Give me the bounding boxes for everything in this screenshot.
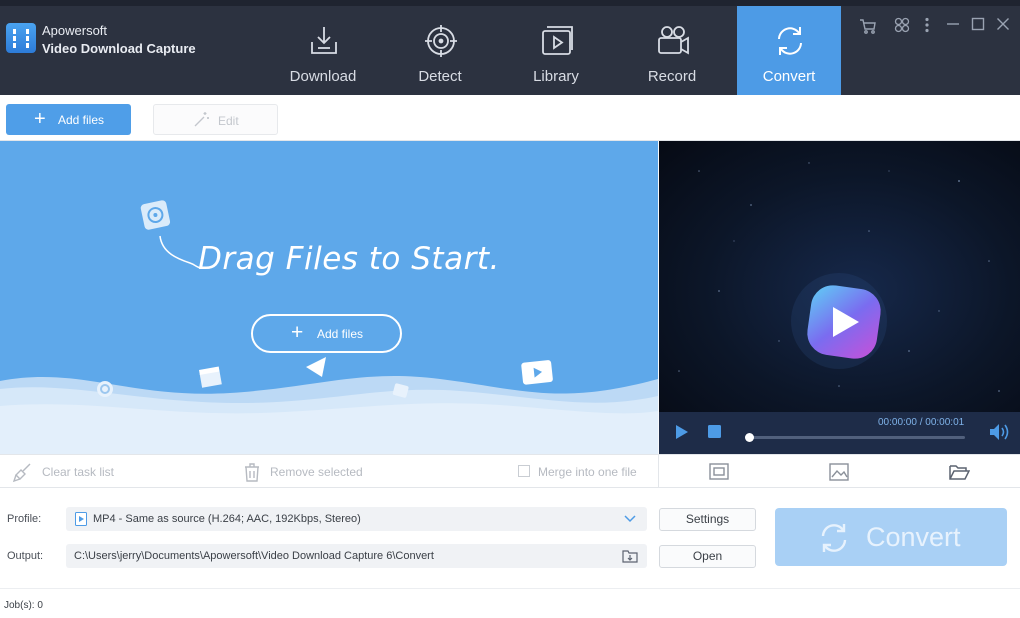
remove-selected-button[interactable]: Remove selected (270, 465, 363, 479)
output-path-value: C:\Users\jerry\Documents\Apowersoft\Vide… (74, 550, 434, 562)
convert-button[interactable]: Convert (775, 508, 1007, 566)
apps-icon[interactable] (892, 17, 912, 37)
tab-record[interactable]: Record (620, 6, 724, 95)
folder-browse-icon[interactable] (622, 549, 638, 563)
cart-icon[interactable] (858, 17, 878, 37)
tab-detect[interactable]: Detect (388, 6, 492, 95)
edit-button[interactable]: Edit (153, 104, 278, 135)
convert-button-label: Convert (866, 522, 961, 552)
magic-wand-icon (194, 112, 209, 127)
record-icon (658, 26, 689, 55)
merge-into-one-file-label: Merge into one file (538, 465, 637, 479)
edit-label: Edit (218, 114, 239, 128)
seek-bar[interactable] (749, 436, 965, 439)
convert-refresh-icon (821, 524, 847, 552)
app-name-line2: Video Download Capture (42, 41, 196, 56)
triangle-icon (306, 357, 326, 377)
playback-time: 00:00:00 / 00:00:01 (878, 417, 965, 428)
output-label: Output: (7, 550, 44, 562)
drag-files-headline: Drag Files to Start. (198, 241, 500, 277)
merge-checkbox[interactable] (518, 465, 530, 477)
video-play-icon (521, 360, 553, 385)
close-icon[interactable] (993, 17, 1013, 37)
preview-background (678, 162, 1000, 392)
app-window: Apowersoft Video Download Capture Downlo… (0, 0, 1020, 618)
profile-value: MP4 - Same as source (H.264; AAC, 192Kbp… (93, 513, 361, 525)
video-file-icon (75, 512, 87, 526)
snapshot-icon[interactable] (828, 461, 850, 483)
stop-icon[interactable] (708, 425, 721, 438)
jobs-count: Job(s): 0 (4, 600, 43, 611)
more-icon[interactable] (917, 17, 937, 37)
plus-icon: + (34, 108, 46, 130)
app-name: Apowersoft Video Download Capture (42, 22, 196, 58)
library-icon (542, 26, 573, 55)
chevron-down-icon (624, 515, 636, 523)
output-settings: Profile: MP4 - Same as source (H.264; AA… (0, 488, 1020, 588)
broom-icon (12, 463, 31, 483)
add-files-label: Add files (58, 113, 105, 127)
tab-download-label: Download (289, 68, 357, 85)
tab-record-label: Record (647, 68, 697, 85)
profile-select[interactable]: MP4 - Same as source (H.264; AAC, 192Kbp… (66, 507, 647, 531)
app-logo-icon (6, 23, 36, 53)
detect-icon (425, 25, 457, 57)
drop-zone-add-files-button[interactable]: + Add files (251, 314, 402, 353)
minimize-icon[interactable] (943, 17, 963, 37)
profile-label: Profile: (7, 513, 42, 525)
add-files-button[interactable]: + Add files (6, 104, 131, 135)
app-name-line1: Apowersoft (42, 23, 108, 38)
tab-library-label: Library (533, 68, 579, 85)
clear-task-list-button[interactable]: Clear task list (42, 465, 114, 479)
title-bar: Apowersoft Video Download Capture Downlo… (0, 0, 1020, 95)
status-bar: Job(s): 0 (0, 588, 1020, 618)
trash-icon (245, 463, 259, 482)
tab-library[interactable]: Library (504, 6, 608, 95)
toolbar: + Add files Edit (0, 95, 1020, 141)
drop-zone[interactable]: Drag Files to Start. + Add files (0, 141, 658, 454)
drop-zone-add-files-label: Add files (317, 327, 364, 341)
seek-handle[interactable] (745, 433, 754, 442)
video-preview (659, 141, 1020, 412)
tab-convert[interactable]: Convert (737, 6, 841, 95)
drop-zone-decoration (0, 200, 658, 454)
output-path-field[interactable]: C:\Users\jerry\Documents\Apowersoft\Vide… (66, 544, 647, 568)
volume-icon[interactable] (989, 423, 1011, 441)
maximize-icon[interactable] (968, 17, 988, 37)
task-action-bar: Clear task list Remove selected Merge in… (0, 454, 1020, 488)
settings-button[interactable]: Settings (659, 508, 756, 531)
tab-download[interactable]: Download (271, 6, 375, 95)
clapper-icon (199, 366, 222, 388)
film-reel-icon (140, 200, 171, 230)
open-button[interactable]: Open (659, 545, 756, 568)
folder-open-icon[interactable] (948, 461, 970, 483)
play-icon[interactable] (675, 424, 689, 440)
reel-small-icon (97, 381, 113, 397)
download-icon (311, 27, 337, 54)
action-divider (658, 455, 659, 488)
plus-icon: + (291, 321, 304, 344)
tab-detect-label: Detect (418, 68, 462, 85)
player-controls: 00:00:00 / 00:00:01 (659, 412, 1020, 454)
fit-screen-icon[interactable] (708, 461, 730, 483)
tab-convert-label: Convert (762, 68, 816, 85)
convert-icon (778, 27, 802, 55)
